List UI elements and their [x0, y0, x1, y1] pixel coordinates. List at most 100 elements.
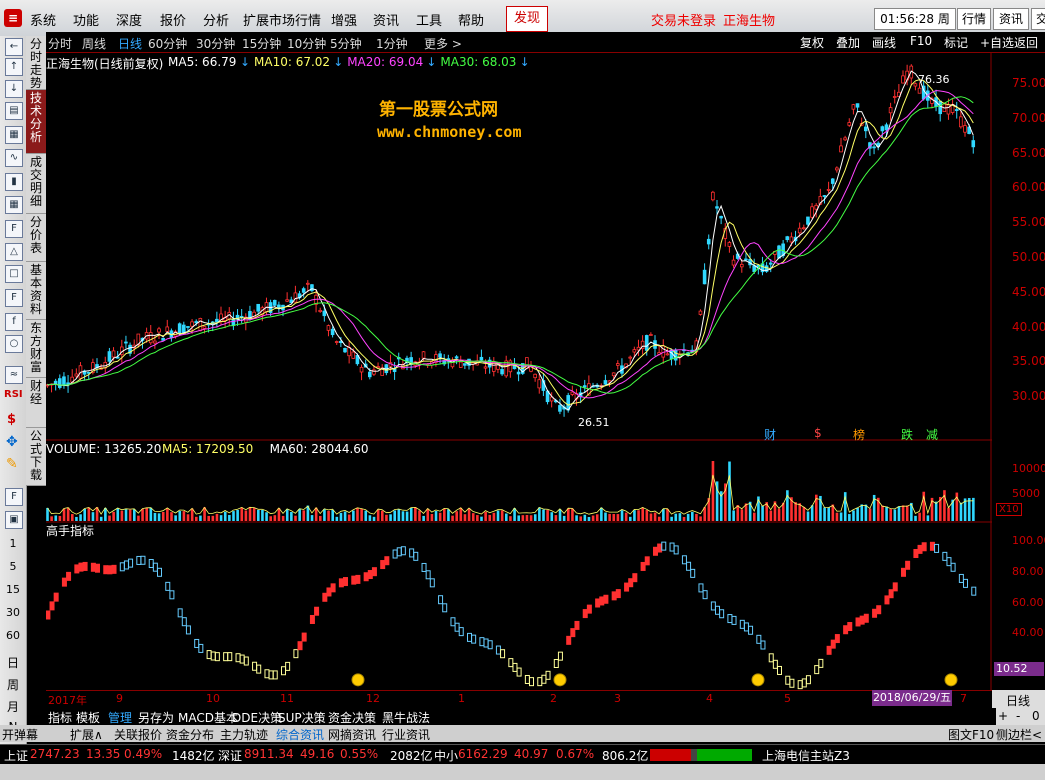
period-8[interactable]: 1分钟 — [376, 35, 408, 52]
menu-item-0[interactable]: 系统 — [30, 10, 56, 29]
tab-eastmoney[interactable]: 东方财富 — [26, 320, 46, 378]
arrow-down-icon[interactable]: ↓ — [5, 80, 23, 98]
trade-button[interactable]: 交 — [1031, 8, 1045, 30]
indicator-tab-5[interactable]: DDE决策 — [232, 709, 282, 726]
image-icon[interactable]: ▣ — [5, 511, 23, 529]
function-tab-4[interactable]: 主力轨迹 — [220, 726, 268, 743]
chart-tool-4[interactable]: 标记 — [944, 34, 968, 51]
f5-icon[interactable]: F — [5, 488, 23, 506]
sz-value[interactable]: 8911.34 — [244, 747, 294, 761]
period-4[interactable]: 30分钟 — [196, 35, 235, 52]
app-logo[interactable]: ≡ — [4, 9, 22, 27]
period-month-button[interactable]: 月 — [0, 698, 26, 715]
menu-item-4[interactable]: 分析 — [203, 10, 229, 29]
period-5[interactable]: 15分钟 — [242, 35, 281, 52]
report-icon[interactable]: ▤ — [5, 102, 23, 120]
event-mark-reduce[interactable]: 减 — [926, 426, 938, 443]
period-week-button[interactable]: 周 — [0, 676, 26, 693]
chart-canvas[interactable] — [46, 53, 992, 690]
tab-finance[interactable]: 财经 — [26, 378, 46, 428]
function-tab-5[interactable]: 综合资讯 — [276, 726, 324, 743]
tab-profile[interactable]: 基本资料 — [26, 262, 46, 320]
event-mark-dividend[interactable]: $ — [814, 426, 822, 440]
chart-tool-3[interactable]: F10 — [910, 34, 932, 48]
line-chart-icon[interactable]: ∿ — [5, 149, 23, 167]
indicator-tab-0[interactable]: 指标 — [48, 709, 72, 726]
function-tab-7[interactable]: 行业资讯 — [382, 726, 430, 743]
event-mark-drop[interactable]: 跌 — [901, 426, 913, 443]
period-2[interactable]: 日线 — [118, 35, 142, 52]
indicator-tab-8[interactable]: 黑牛战法 — [382, 709, 430, 726]
news-button[interactable]: 资讯 — [993, 8, 1029, 30]
tab-formula-download[interactable]: 公式下载 — [26, 428, 46, 486]
chart-tool-5[interactable]: +自选 — [980, 34, 1014, 51]
function-tab-2[interactable]: 关联报价 — [114, 726, 162, 743]
menu-item-8[interactable]: 工具 — [416, 10, 442, 29]
zx-value[interactable]: 6162.29 — [458, 747, 508, 761]
f2-icon[interactable]: F — [5, 289, 23, 307]
menu-item-3[interactable]: 报价 — [160, 10, 186, 29]
indicator-tab-7[interactable]: 资金决策 — [328, 709, 376, 726]
chart-tool-2[interactable]: 画线 — [872, 34, 896, 51]
period-7[interactable]: 5分钟 — [330, 35, 362, 52]
filter-icon[interactable]: △ — [5, 243, 23, 261]
period-0[interactable]: 分时 — [48, 35, 72, 52]
period-15-button[interactable]: 15 — [0, 583, 26, 596]
zoom-out-button[interactable]: - — [1016, 709, 1020, 723]
rsi-icon[interactable]: RSI — [4, 389, 23, 400]
period-6[interactable]: 10分钟 — [287, 35, 326, 52]
wave-icon[interactable]: ≈ — [5, 366, 23, 384]
calendar-icon[interactable]: □ — [5, 265, 23, 283]
menu-item-6[interactable]: 增强 — [331, 10, 357, 29]
menu-item-1[interactable]: 功能 — [73, 10, 99, 29]
chart-tool-1[interactable]: 叠加 — [836, 34, 860, 51]
zoom-reset-button[interactable]: 0 — [1032, 709, 1040, 723]
pen-icon[interactable]: ✎ — [6, 456, 18, 472]
tab-technical[interactable]: 技术分析 — [26, 90, 46, 154]
indicator-tab-6[interactable]: SUP决策 — [278, 709, 326, 726]
grid-icon[interactable]: ▦ — [5, 126, 23, 144]
sh-value[interactable]: 2747.23 — [30, 747, 80, 761]
period-30-button[interactable]: 30 — [0, 606, 26, 619]
event-mark-finance[interactable]: 财 — [764, 426, 776, 443]
tab-intraday[interactable]: 分时走势 — [26, 36, 46, 90]
tab-price-table[interactable]: 分价表 — [26, 214, 46, 262]
f0-icon[interactable]: f — [5, 313, 23, 331]
menu-item-7[interactable]: 资讯 — [373, 10, 399, 29]
menu-item-5[interactable]: 扩展市场行情 — [243, 10, 321, 29]
event-mark-rank[interactable]: 榜 — [853, 426, 865, 443]
quote-button[interactable]: 行情 — [957, 8, 991, 30]
period-60-button[interactable]: 60 — [0, 629, 26, 642]
menu-item-9[interactable]: 帮助 — [458, 10, 484, 29]
indicator-tab-1[interactable]: 模板 — [76, 709, 100, 726]
dollar-icon[interactable]: $ — [7, 412, 16, 427]
discover-button[interactable]: 发现 — [506, 6, 548, 32]
circle-icon[interactable]: ○ — [5, 335, 23, 353]
period-5-button[interactable]: 5 — [0, 560, 26, 573]
period-3[interactable]: 60分钟 — [148, 35, 187, 52]
chart-tool-6[interactable]: 返回 — [1014, 34, 1038, 51]
table-icon[interactable]: ▦ — [5, 196, 23, 214]
trade-login-status[interactable]: 交易未登录 — [651, 10, 716, 29]
server-name[interactable]: 上海电信主站Z3 — [762, 747, 850, 764]
function-tab-1[interactable]: 扩展∧ — [70, 726, 103, 743]
indicator-tab-4[interactable]: MACD基本 — [178, 709, 238, 726]
move-icon[interactable]: ✥ — [6, 434, 18, 450]
indicator-tab-3[interactable]: 另存为 — [138, 709, 174, 726]
function-tab-6[interactable]: 网摘资讯 — [328, 726, 376, 743]
function-tab-0[interactable]: 开弹幕 — [2, 726, 38, 743]
period-9[interactable]: 更多 > — [424, 35, 462, 52]
chart-tool-0[interactable]: 复权 — [800, 34, 824, 51]
indicator-tab-2[interactable]: 管理 — [108, 709, 132, 726]
arrow-up-icon[interactable]: ↑ — [5, 58, 23, 76]
period-1-button[interactable]: 1 — [0, 537, 26, 550]
f10-icon[interactable]: F — [5, 220, 23, 238]
f10-graphic-button[interactable]: 图文F10 — [948, 726, 994, 743]
period-day-button[interactable]: 日 — [0, 654, 26, 671]
period-1[interactable]: 周线 — [82, 35, 106, 52]
candle-icon[interactable]: ▮ — [5, 173, 23, 191]
sidebar-toggle-button[interactable]: 侧边栏< — [996, 726, 1042, 743]
function-tab-3[interactable]: 资金分布 — [166, 726, 214, 743]
arrow-left-icon[interactable]: ← — [5, 38, 23, 56]
menu-item-2[interactable]: 深度 — [116, 10, 142, 29]
